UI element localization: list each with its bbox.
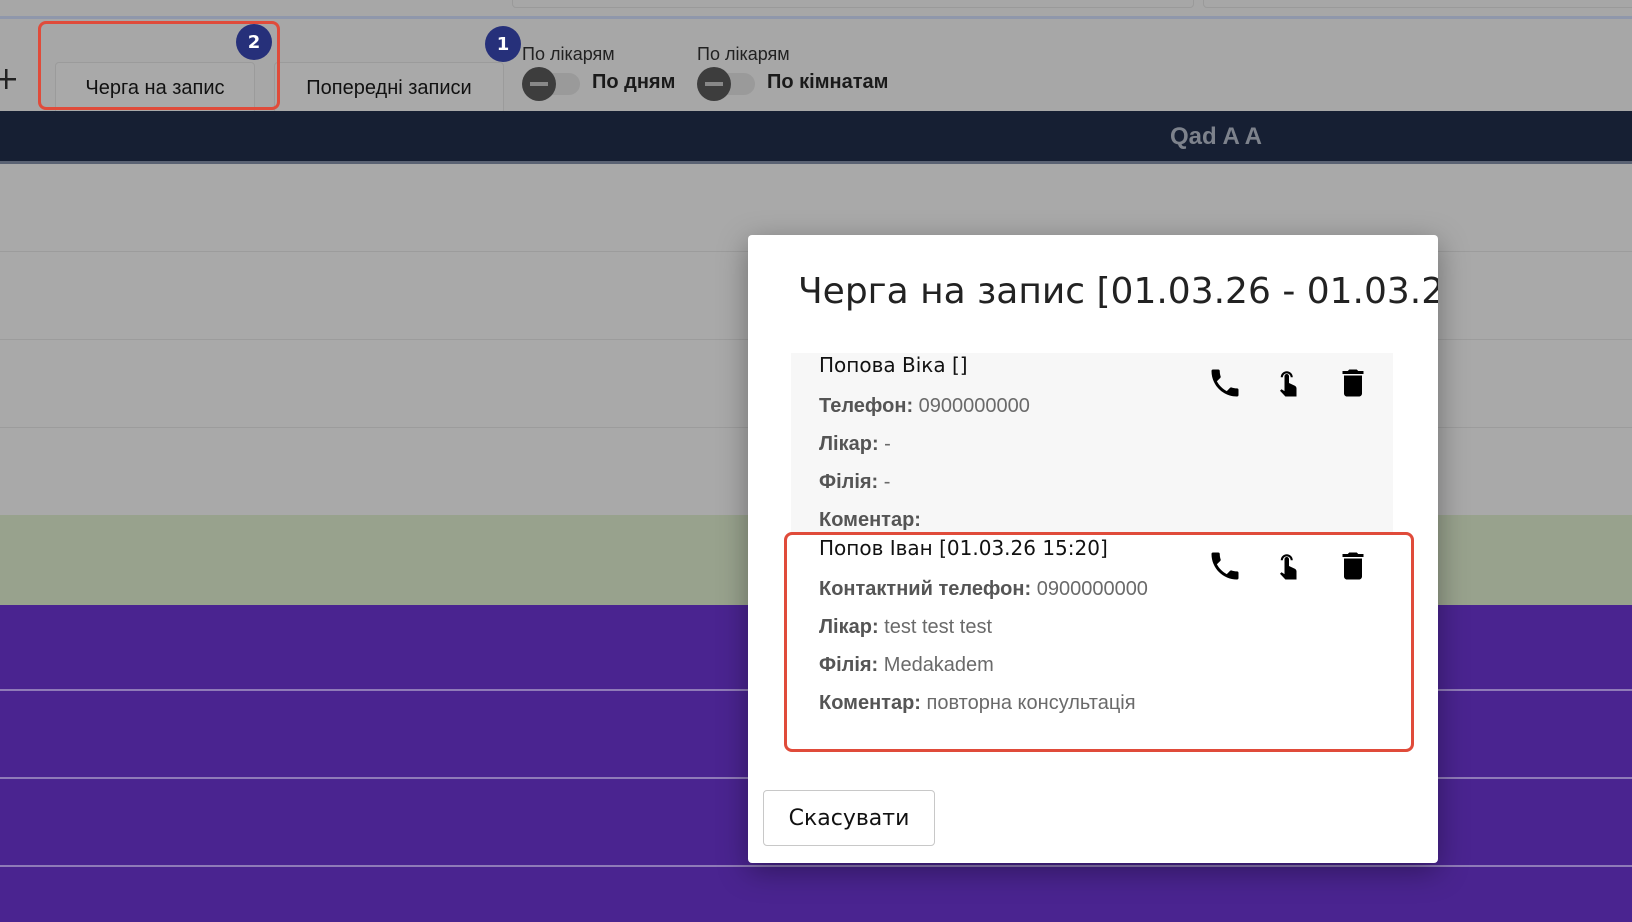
queue-dialog: Черга на запис [01.03.26 - 01.03.26] Поп… — [748, 235, 1438, 863]
toggle-by-days: По лікарям По дням — [522, 44, 676, 101]
toggle-label-rooms: По кімнатам — [767, 70, 889, 93]
doctor-field: Лікар: - — [819, 433, 891, 455]
toggle-caption: По лікарям — [522, 44, 615, 64]
days-switch[interactable] — [522, 67, 584, 101]
cancel-button[interactable]: Скасувати — [763, 790, 935, 846]
toggle-caption: По лікарям — [697, 44, 790, 64]
branch-field: Філія: - — [819, 471, 891, 493]
toggle-label-days: По дням — [592, 70, 676, 93]
top-input-right[interactable] — [1203, 0, 1632, 8]
dialog-title: Черга на запис [01.03.26 - 01.03.26] — [798, 271, 1438, 312]
switch-knob — [522, 67, 556, 101]
entry-highlight — [784, 532, 1414, 752]
toggle-by-rooms: По лікарям По кімнатам — [697, 44, 889, 101]
phone-icon[interactable] — [1207, 365, 1243, 401]
doctor-column-title: Qad A A — [1170, 123, 1263, 150]
toolbar: Черга на запис 2 Попередні записи 1 По л… — [0, 19, 1632, 114]
tab-highlight — [38, 21, 280, 110]
top-strip — [0, 0, 1632, 16]
rooms-switch[interactable] — [697, 67, 759, 101]
queue-entry: Попова Віка [] Телефон: 0900000000 Лікар… — [791, 353, 1393, 535]
top-input-left[interactable] — [512, 0, 1194, 8]
phone-field: Телефон: 0900000000 — [819, 395, 1030, 417]
entry-actions — [1207, 365, 1371, 401]
previous-count-badge: 1 — [485, 26, 521, 62]
switch-knob — [697, 67, 731, 101]
trash-icon[interactable] — [1335, 365, 1371, 401]
tab-previous-records-label: Попередні записи — [306, 76, 472, 99]
slot-divider — [0, 865, 1632, 867]
tab-previous-records[interactable]: Попередні записи — [274, 62, 504, 114]
plus-icon[interactable] — [0, 69, 16, 89]
comment-field: Коментар: — [819, 509, 921, 531]
patient-name: Попова Віка [] — [819, 353, 968, 377]
tap-hand-icon[interactable] — [1271, 365, 1307, 401]
schedule-header: Qad A A — [0, 111, 1632, 164]
